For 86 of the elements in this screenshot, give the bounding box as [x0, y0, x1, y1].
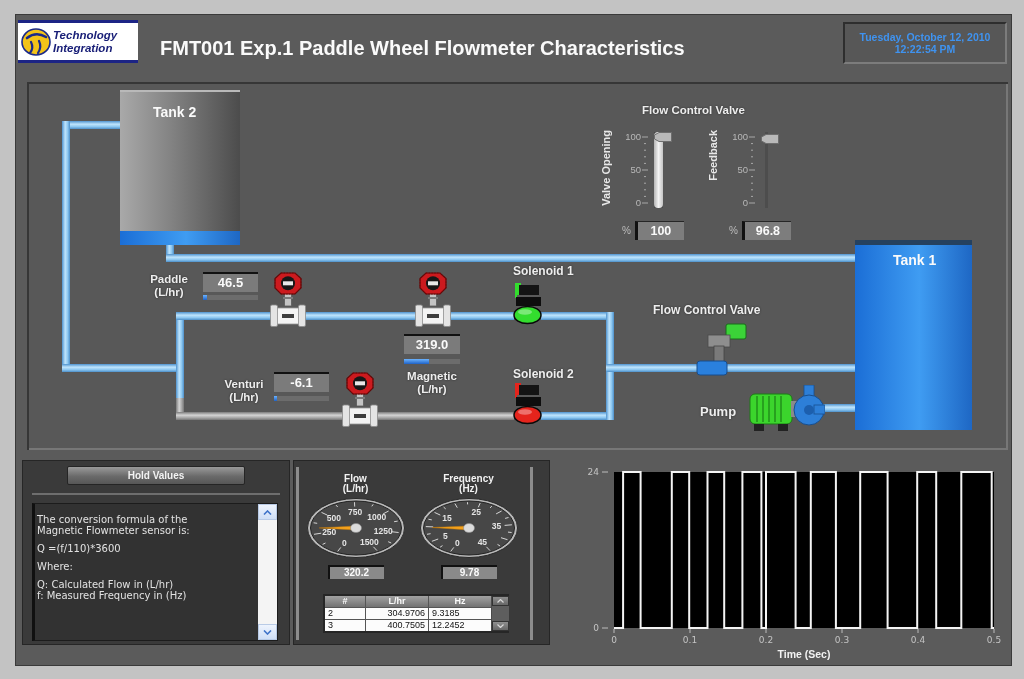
panel-title: Flow Control Valve: [642, 104, 745, 117]
scale-label: 50: [737, 165, 748, 175]
solenoid-label: Solenoid 2: [513, 368, 574, 381]
scale-label: 100: [625, 132, 641, 142]
scrollbar[interactable]: [492, 596, 509, 631]
scroll-up-button[interactable]: [492, 596, 509, 606]
table-cell: 9.3185: [429, 608, 491, 619]
gauge-scale-label: 0: [454, 537, 460, 548]
gauge-readout: 9.78: [440, 565, 497, 579]
date-text: Tuesday, October 12, 2010: [859, 31, 991, 43]
scale-label: 0: [742, 198, 748, 208]
column-header: Hz: [429, 596, 491, 607]
axis-tick-label: 24: [587, 467, 599, 477]
control-valve-icon: [693, 323, 748, 376]
valve-label: Flow Control Valve: [653, 304, 761, 317]
gauge-scale-label: 750: [347, 506, 362, 517]
scale-label: 50: [630, 165, 641, 175]
meter-readout: -6.1: [274, 372, 329, 392]
gauge-title: Frequency (Hz): [443, 474, 494, 494]
meter-label: Venturi (L/hr): [223, 378, 265, 404]
gauge-title: Flow (L/hr): [342, 474, 369, 494]
table-cell: 2: [325, 608, 365, 619]
scale-label: 0: [635, 198, 641, 208]
meter-label: Magnetic (L/hr): [406, 370, 458, 396]
gauge-scale-label: 1250: [373, 525, 393, 536]
window-title: FMT001 Exp.1 Paddle Wheel Flowmeter Characteristics: [160, 37, 685, 60]
column-header: #: [325, 596, 365, 607]
table-cell: 400.7505: [366, 620, 428, 631]
gauge-scale-label: 0: [341, 537, 347, 548]
axis-tick-label: 0.3: [834, 635, 850, 645]
axis-tick-label: 0.1: [682, 635, 698, 645]
pump-label: Pump: [700, 404, 737, 419]
table-cell: 304.9706: [366, 608, 428, 619]
tank-label: Tank 1: [893, 252, 937, 268]
hold-values-button[interactable]: Hold Values: [67, 466, 245, 485]
chevron-up-icon: [497, 599, 504, 603]
gauge-readout: 320.2: [327, 565, 384, 579]
gauge-scale-label: 250: [321, 527, 336, 537]
slider-label: Feedback: [707, 130, 720, 181]
logo-text: Integration: [53, 41, 114, 55]
flowmeter-icon: [268, 272, 308, 327]
gauge-scale-label: 15: [441, 513, 452, 524]
note-text: Where:: [37, 561, 74, 572]
scale-label: 100: [732, 132, 748, 142]
axis-tick-label: 0: [593, 623, 599, 633]
axis-tick-label: 0: [611, 635, 617, 645]
gauge-scale-label: 35: [491, 521, 501, 531]
solenoid-label: Solenoid 1: [513, 265, 574, 278]
flowmeter-icon: [340, 372, 380, 427]
slider-label: Valve Opening: [600, 130, 613, 206]
gauge-scale-label: 25: [470, 507, 481, 518]
gauge-scale-label: 500: [326, 513, 341, 524]
gauge-scale-label: 1000: [366, 512, 386, 523]
logo-text: Technology: [53, 28, 118, 42]
gauge-scale-label: 5: [442, 531, 448, 542]
table-cell: 3: [325, 620, 365, 631]
flowmeter-icon: [413, 272, 453, 327]
gauge-scale-label: 1500: [359, 537, 379, 548]
chevron-up-icon: [263, 509, 272, 515]
axis-tick-label: 0.5: [986, 635, 1002, 645]
unit-label: %: [729, 224, 738, 237]
value-readout: 100: [634, 221, 684, 240]
note-text: The conversion formula of the Magnetic Flowmeter sensor is:: [37, 514, 191, 536]
value-readout: 96.8: [741, 221, 791, 240]
meter-label: Paddle (L/hr): [149, 273, 189, 299]
note-text: f: Measured Frequency in (Hz): [37, 590, 188, 601]
note-text: Q =(f/110)*3600: [37, 543, 122, 554]
table-cell: 12.2452: [429, 620, 491, 631]
meter-readout: 46.5: [203, 272, 258, 292]
gauge-scale-label: 45: [477, 537, 487, 548]
time-text: 12:22:54 PM: [894, 43, 956, 55]
unit-label: %: [622, 224, 631, 237]
meter-readout: 319.0: [404, 334, 460, 354]
axis-tick-label: 0.4: [910, 635, 926, 645]
chevron-down-icon: [497, 624, 504, 628]
slider-thumb[interactable]: [654, 132, 672, 142]
note-text: Q: Calculated Flow in (L/hr): [37, 579, 175, 590]
chevron-down-icon: [263, 629, 272, 635]
pump-icon: [748, 385, 825, 434]
scroll-down-button[interactable]: [492, 621, 509, 631]
column-header: L/hr: [366, 596, 428, 607]
axis-tick-label: 0.2: [758, 635, 774, 645]
slider-track[interactable]: [654, 132, 672, 208]
tank-label: Tank 2: [153, 104, 197, 120]
axis-title: Time (Sec): [777, 648, 831, 660]
logo-mark-icon: [21, 27, 51, 56]
